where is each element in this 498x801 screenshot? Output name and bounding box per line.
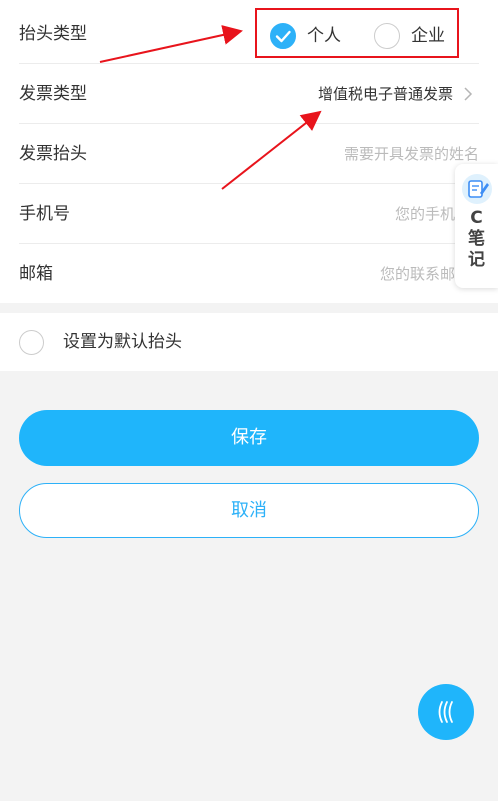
header-type-radio-group: 个人 企业 (254, 12, 458, 60)
default-header-label: 设置为默认抬头 (63, 332, 182, 352)
invoice-type-label: 发票类型 (19, 84, 87, 104)
note-widget[interactable]: C笔记 (455, 164, 498, 288)
note-pen-icon (462, 174, 492, 204)
invoice-header-row: 发票抬头 需要开具发票的姓名 (19, 124, 479, 184)
radio-label-personal: 个人 (307, 26, 341, 46)
radio-checked-icon[interactable] (270, 23, 296, 49)
email-input[interactable]: 您的联系邮 (380, 244, 455, 304)
invoice-type-value: 增值税电子普通发票 (317, 85, 453, 103)
phone-row: 手机号 您的手机 (19, 184, 479, 244)
email-label: 邮箱 (19, 264, 53, 284)
header-type-row: 抬头类型 个人 企业 (19, 4, 479, 64)
header-type-label: 抬头类型 (19, 24, 87, 44)
phone-input[interactable]: 您的手机 (395, 184, 455, 244)
invoice-header-label: 发票抬头 (19, 144, 87, 164)
phone-label: 手机号 (19, 204, 70, 224)
default-header-row[interactable]: 设置为默认抬头 (0, 313, 498, 371)
note-widget-label: C笔记 (468, 208, 485, 270)
cancel-button[interactable]: 取消 (19, 483, 479, 538)
email-row: 邮箱 您的联系邮 (19, 244, 479, 304)
radio-unchecked-icon[interactable] (374, 23, 400, 49)
invoice-form: 抬头类型 个人 企业 发票类型 增值税电子普通发票 发票抬头 需要开具发票的姓名… (0, 0, 498, 303)
invoice-type-row[interactable]: 发票类型 增值税电子普通发票 (19, 64, 479, 124)
chevron-right-icon (464, 87, 473, 101)
save-button[interactable]: 保存 (19, 410, 479, 466)
default-header-checkbox[interactable] (19, 330, 44, 355)
floating-action-button[interactable] (418, 684, 474, 740)
wave-lines-icon (438, 701, 453, 723)
radio-label-company: 企业 (411, 26, 445, 46)
